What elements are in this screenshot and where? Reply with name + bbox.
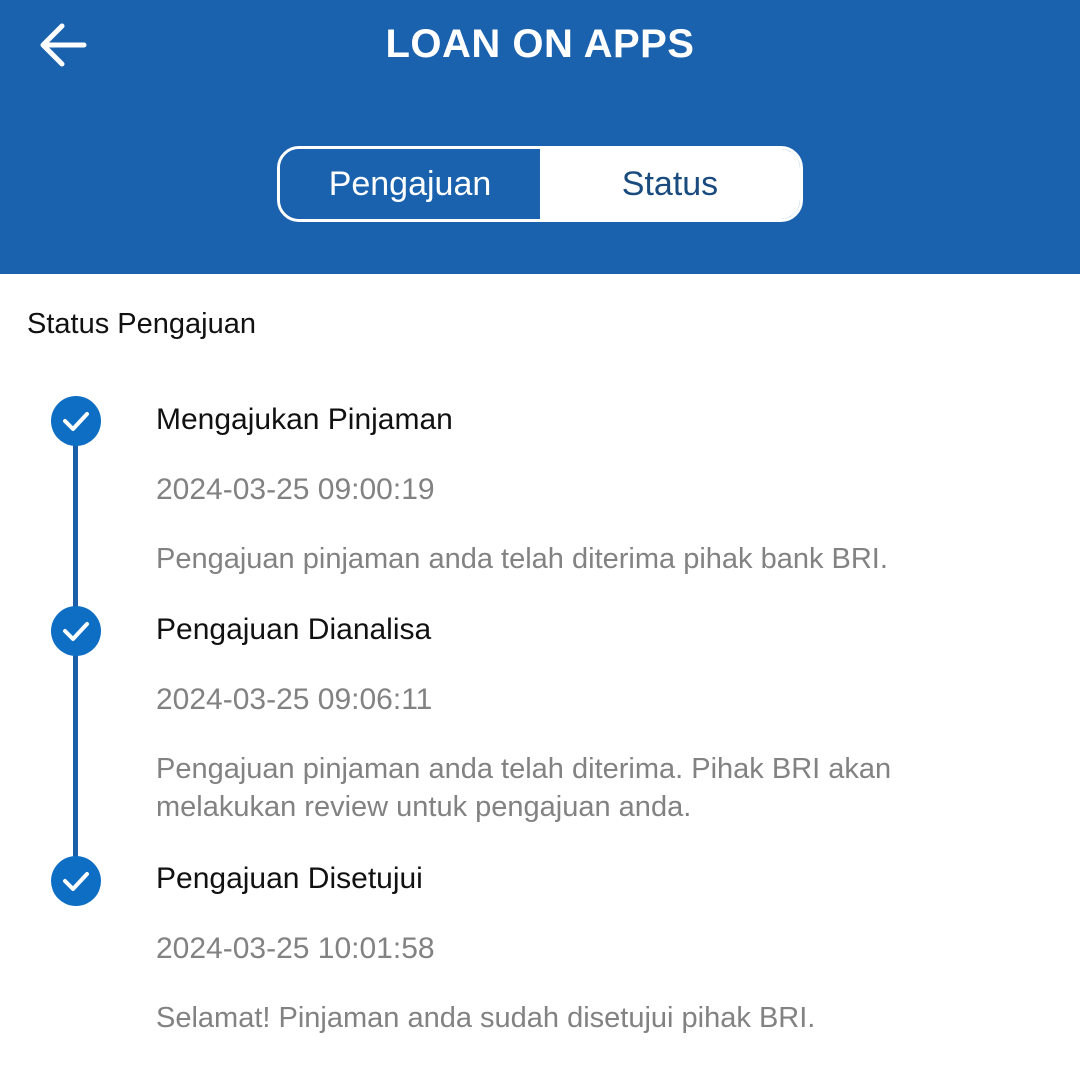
check-icon	[63, 872, 89, 891]
step-check-icon	[51, 606, 101, 656]
step-description: Selamat! Pinjaman anda sudah disetujui p…	[156, 1002, 816, 1034]
app-header: LOAN ON APPS Pengajuan Status	[0, 0, 1080, 274]
step-description: Pengajuan pinjaman anda telah diterima p…	[156, 543, 888, 575]
step-timestamp: 2024-03-25 09:00:19	[156, 473, 435, 506]
check-icon	[63, 622, 89, 641]
step-timestamp: 2024-03-25 10:01:58	[156, 932, 435, 965]
step-title: Mengajukan Pinjaman	[156, 403, 453, 436]
section-title: Status Pengajuan	[27, 308, 256, 340]
step-check-icon	[51, 856, 101, 906]
timeline-step: Pengajuan Dianalisa 2024-03-25 09:06:11 …	[156, 610, 1036, 826]
step-timestamp: 2024-03-25 09:06:11	[156, 683, 433, 716]
tab-status[interactable]: Status	[540, 149, 800, 219]
timeline-step: Pengajuan Disetujui 2024-03-25 10:01:58 …	[156, 859, 1036, 1037]
timeline-step: Mengajukan Pinjaman 2024-03-25 09:00:19 …	[156, 400, 1036, 578]
step-check-icon	[51, 396, 101, 446]
segmented-control: Pengajuan Status	[277, 146, 803, 222]
step-title: Pengajuan Dianalisa	[156, 613, 432, 646]
check-icon	[63, 412, 89, 431]
step-description: Pengajuan pinjaman anda telah diterima. …	[156, 753, 892, 823]
page-title: LOAN ON APPS	[385, 22, 695, 66]
step-title: Pengajuan Disetujui	[156, 862, 423, 895]
tab-pengajuan[interactable]: Pengajuan	[280, 149, 540, 219]
